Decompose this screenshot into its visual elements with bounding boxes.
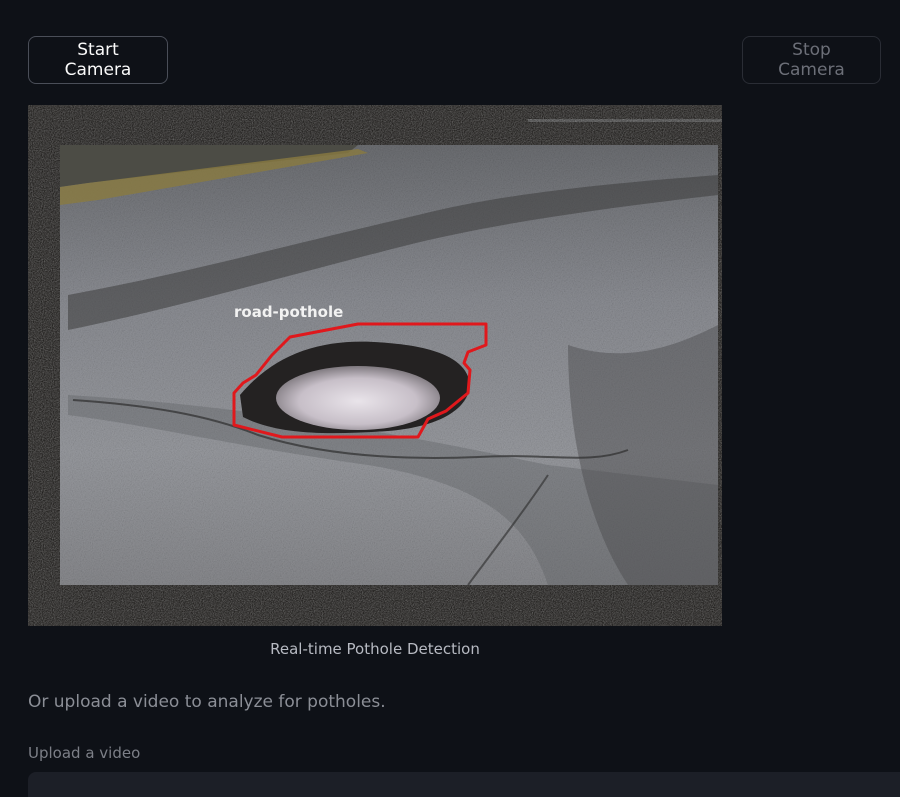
detection-label: road-pothole: [234, 303, 343, 321]
stop-camera-button[interactable]: Stop Camera: [742, 36, 881, 84]
start-camera-button[interactable]: Start Camera: [28, 36, 168, 84]
video-upload-dropzone[interactable]: [28, 772, 900, 797]
video-caption: Real-time Pothole Detection: [270, 640, 480, 658]
video-feed: road-pothole: [28, 105, 722, 626]
app-page: Start Camera Stop Camera road-pothole Re…: [0, 0, 900, 797]
upload-hint: Or upload a video to analyze for pothole…: [28, 692, 386, 712]
upload-label: Upload a video: [28, 744, 141, 762]
camera-frame: road-pothole: [28, 105, 722, 626]
